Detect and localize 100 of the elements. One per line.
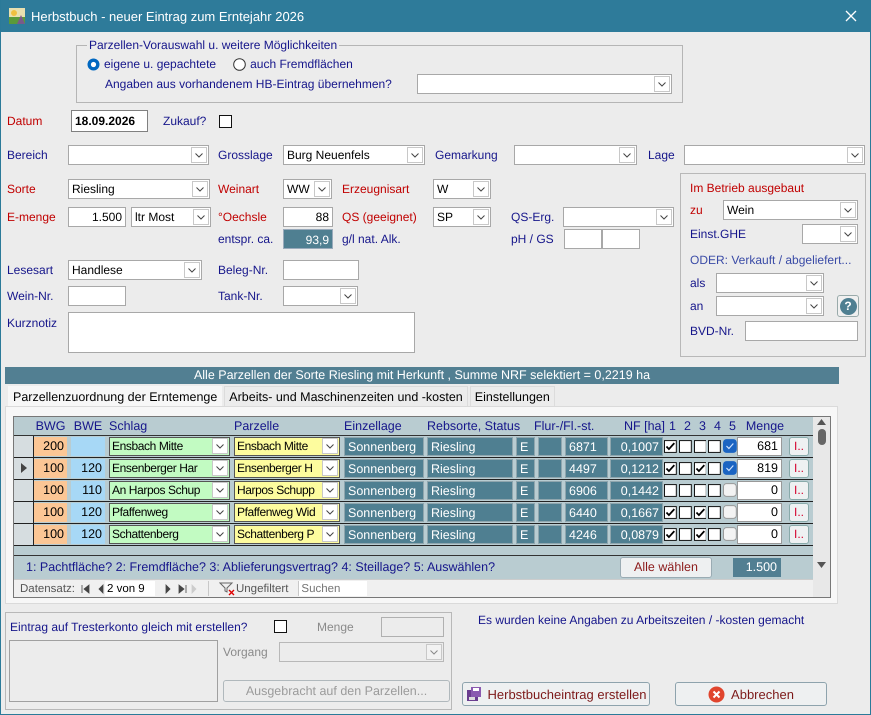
table-cell: 200 (34, 436, 67, 456)
checkbox[interactable] (708, 484, 722, 497)
checkbox[interactable] (708, 440, 722, 453)
field-label: °Oechsle (218, 210, 268, 224)
quantity-field[interactable]: 681 (737, 436, 782, 456)
dropdown[interactable]: SP (433, 206, 491, 226)
tab[interactable]: Parzellenzuordnung der Erntemenge (8, 386, 222, 406)
record-selector[interactable] (14, 524, 34, 545)
input-field[interactable]: 1.500 (68, 206, 126, 226)
field-label: Eintrag auf Tresterkonto gleich mit erstellen? (10, 620, 248, 634)
checkbox[interactable] (723, 461, 737, 476)
detail-button[interactable]: I.. (789, 436, 809, 456)
table-dropdown[interactable]: Harpos Schupp (234, 480, 340, 500)
detail-button[interactable]: I.. (789, 458, 809, 478)
scroll-thumb[interactable] (818, 429, 826, 445)
checkbox[interactable] (694, 462, 706, 475)
checkbox[interactable] (664, 506, 677, 519)
table-dropdown[interactable]: Ensbach Mitte (109, 436, 230, 456)
input-field[interactable] (745, 321, 858, 341)
table-dropdown[interactable]: Schattenberg P (234, 524, 340, 544)
checkbox[interactable] (723, 505, 737, 520)
quantity-field[interactable]: 0 (737, 480, 782, 500)
previous-record-button[interactable] (96, 584, 105, 594)
dropdown[interactable]: Handlese (68, 260, 202, 280)
radio-option[interactable]: eigene u. gepachtete (87, 57, 216, 71)
next-record-button[interactable] (162, 584, 172, 594)
quantity-field[interactable]: 0 (737, 524, 782, 544)
table-cell: 0,0879 (610, 524, 663, 544)
checkbox[interactable] (219, 114, 232, 128)
search-field[interactable]: Suchen (299, 581, 368, 596)
chevron-down-icon (191, 147, 207, 163)
last-record-button[interactable] (178, 584, 187, 594)
quantity-field[interactable]: 819 (737, 458, 782, 478)
table-cell: 120 (71, 502, 105, 522)
select-all-button[interactable]: Alle wählen (620, 556, 712, 578)
dropdown[interactable]: Riesling (68, 179, 210, 199)
checkbox[interactable] (694, 506, 706, 519)
radio-button[interactable] (233, 58, 246, 70)
checkbox[interactable] (678, 440, 692, 453)
checkbox[interactable] (678, 506, 692, 519)
input-field[interactable]: 88 (283, 206, 333, 226)
record-selector[interactable] (14, 502, 34, 523)
input-field[interactable]: 18.09.2026 (71, 110, 148, 132)
field-label: Wein-Nr. (7, 289, 54, 303)
table-dropdown[interactable]: Schattenberg (109, 524, 230, 544)
checkbox[interactable] (664, 528, 677, 541)
input-field[interactable] (68, 286, 126, 306)
checkbox[interactable] (723, 527, 737, 542)
record-selector[interactable] (14, 458, 34, 479)
input-field[interactable] (283, 260, 359, 280)
scrollbar[interactable] (813, 417, 830, 597)
table-dropdown[interactable]: Pfaffenweg (109, 502, 230, 522)
tab[interactable]: Arbeits- und Maschinenzeiten und -kosten (224, 386, 468, 406)
radio-button[interactable] (87, 58, 100, 70)
record-selector[interactable] (14, 436, 34, 457)
checkbox[interactable] (708, 506, 722, 519)
checkbox[interactable] (694, 440, 706, 453)
checkbox[interactable] (678, 528, 692, 541)
dropdown[interactable]: Wein (723, 200, 858, 220)
checkbox[interactable] (723, 439, 737, 454)
tab[interactable]: Einstellungen (470, 386, 555, 406)
table-dropdown[interactable]: Ensenberger H (234, 458, 340, 478)
input-field[interactable] (602, 229, 640, 249)
table-dropdown[interactable]: Ensbach Mitte (234, 436, 340, 456)
dropdown[interactable]: W (433, 179, 491, 199)
detail-button[interactable]: I.. (789, 524, 809, 544)
checkbox[interactable] (664, 462, 677, 475)
radio-option[interactable]: auch Fremdflächen (233, 57, 353, 71)
record-selector[interactable] (14, 480, 34, 501)
checkbox[interactable] (708, 462, 722, 475)
chevron-down-icon (322, 482, 338, 498)
checkbox[interactable] (664, 440, 677, 453)
note-field[interactable] (68, 312, 415, 353)
checkbox[interactable] (664, 484, 677, 497)
checkbox[interactable] (678, 462, 692, 475)
dropdown[interactable]: ltr Most (131, 206, 211, 226)
cancel-button[interactable]: Abbrechen (675, 682, 827, 706)
detail-button[interactable]: I.. (789, 502, 809, 522)
table-dropdown[interactable]: An Harpos Schup (109, 480, 230, 500)
table-cell: 120 (71, 524, 105, 544)
record-position-field[interactable]: 2 von 9 (104, 581, 155, 596)
table-cell: E (516, 480, 535, 500)
detail-button[interactable]: I.. (789, 480, 809, 500)
first-record-button[interactable] (80, 584, 90, 594)
checkbox[interactable] (694, 528, 706, 541)
dropdown[interactable]: WW (283, 179, 332, 199)
dropdown[interactable]: Burg Neuenfels (283, 145, 425, 165)
filter-toggle[interactable]: Ungefiltert (218, 582, 288, 596)
table-dropdown[interactable]: Ensenberger Har (109, 458, 230, 478)
quantity-field[interactable]: 0 (737, 502, 782, 522)
table-dropdown[interactable]: Pfaffenweg Wid (234, 502, 340, 522)
panel-title: Im Betrieb ausgebaut (690, 181, 806, 196)
help-button[interactable]: ? (837, 295, 859, 317)
chevron-down-icon (184, 262, 200, 278)
checkbox[interactable] (708, 528, 722, 541)
checkbox[interactable] (694, 484, 706, 497)
checkbox[interactable] (723, 483, 737, 498)
checkbox[interactable] (678, 484, 692, 497)
save-button[interactable]: Herbstbucheintrag erstellen (462, 682, 650, 706)
input-field[interactable] (564, 229, 602, 249)
